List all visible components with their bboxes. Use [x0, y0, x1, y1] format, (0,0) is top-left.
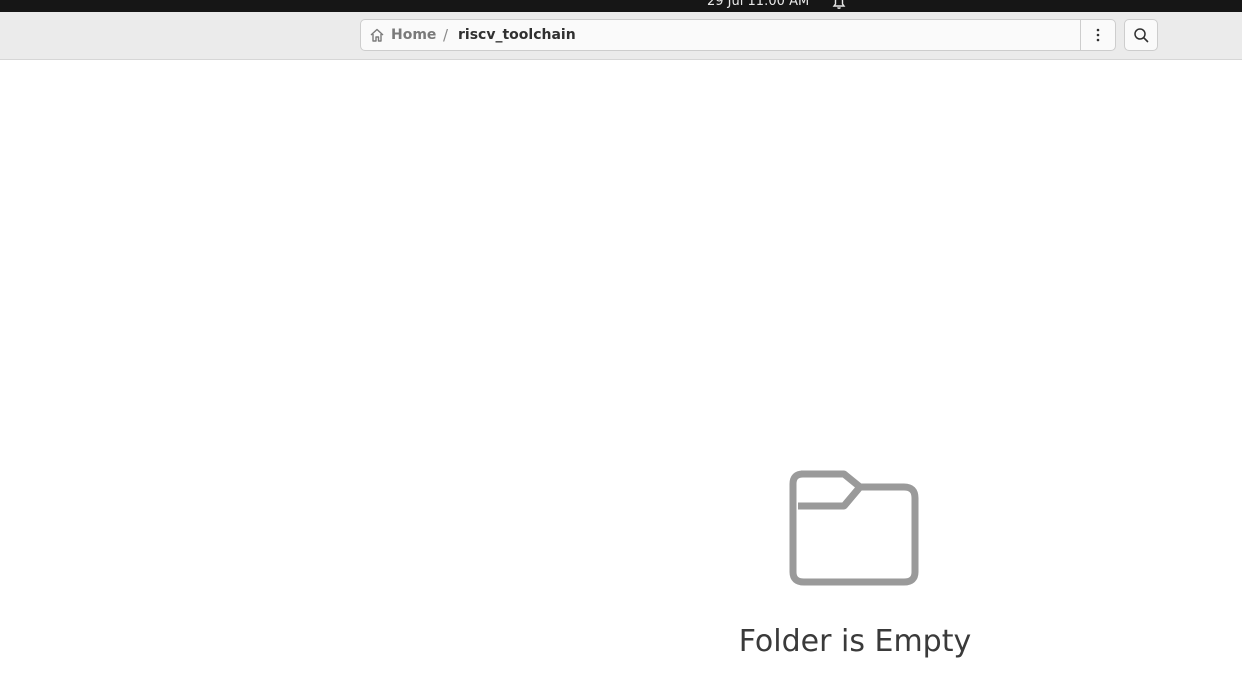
- folder-icon: [789, 470, 919, 586]
- kebab-icon: [1096, 28, 1100, 42]
- breadcrumb-separator: /: [443, 26, 449, 44]
- clock[interactable]: 29 Jul 11:00 AM: [707, 0, 809, 9]
- file-view[interactable]: Folder is Empty: [0, 60, 1242, 674]
- header-bar: Home / riscv_toolchain: [0, 12, 1242, 60]
- home-icon: [370, 28, 384, 42]
- folder-menu-button[interactable]: [1080, 20, 1115, 50]
- system-top-bar: 29 Jul 11:00 AM: [0, 0, 1242, 12]
- breadcrumb-home-label: Home: [391, 27, 437, 43]
- empty-folder-title: Folder is Empty: [738, 624, 972, 659]
- breadcrumb-current-folder[interactable]: riscv_toolchain: [458, 20, 576, 50]
- search-button[interactable]: [1124, 19, 1158, 51]
- path-bar[interactable]: Home / riscv_toolchain: [360, 19, 1116, 51]
- search-icon: [1134, 28, 1149, 43]
- bell-icon[interactable]: [832, 0, 846, 10]
- breadcrumb-home[interactable]: Home: [369, 20, 436, 50]
